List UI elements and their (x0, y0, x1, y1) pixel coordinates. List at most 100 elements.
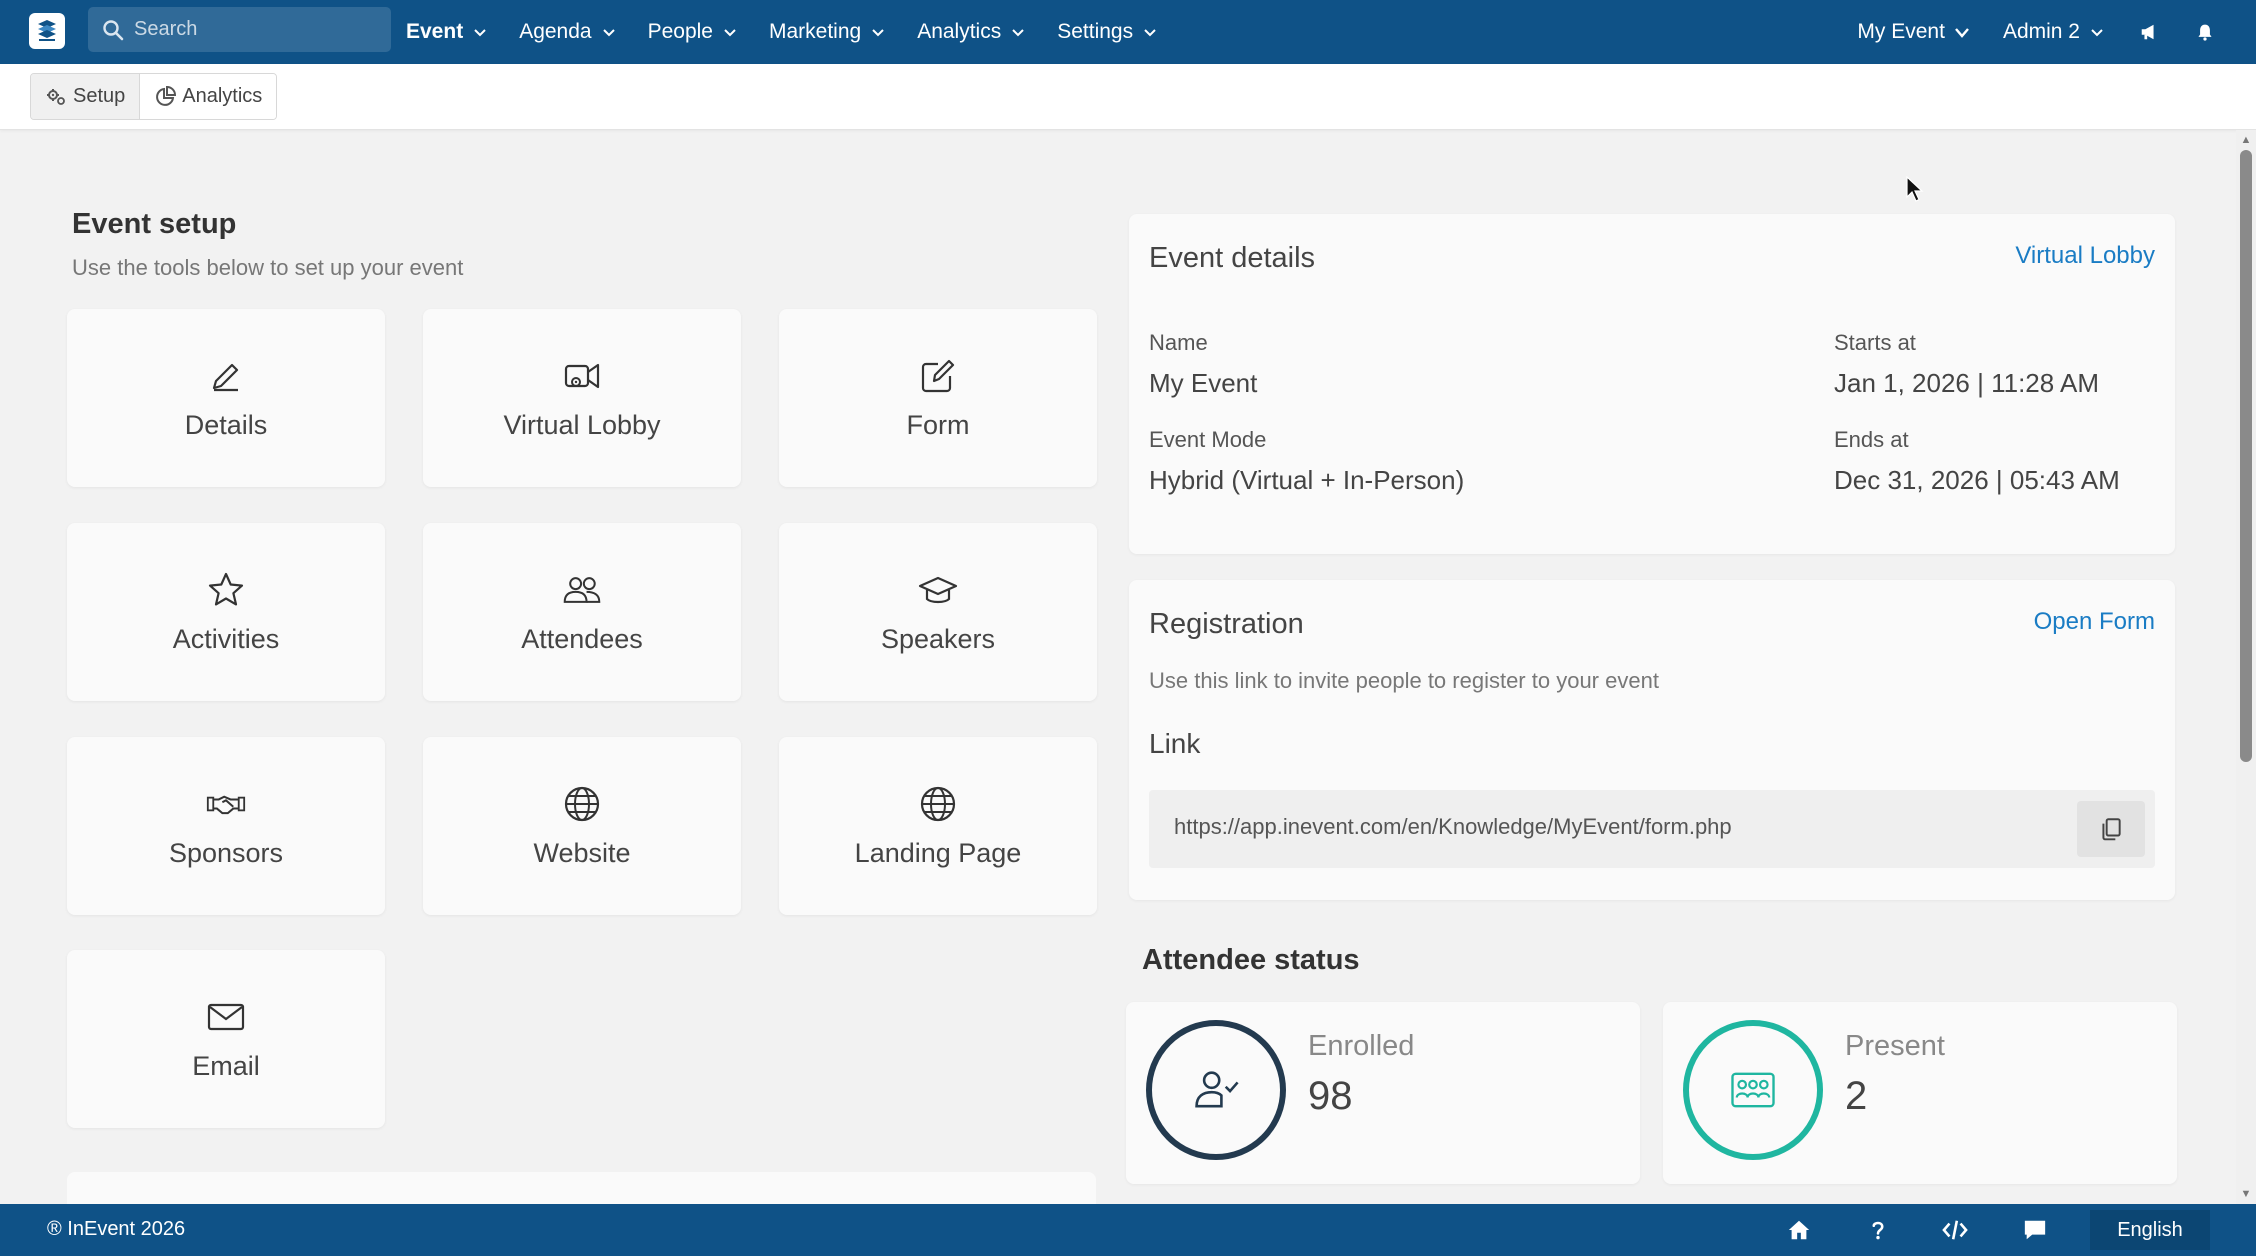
event-details-title: Event details (1149, 242, 1316, 274)
chevron-down-icon (1012, 29, 1024, 37)
edit-square-icon (921, 359, 955, 392)
nav-item-event[interactable]: Event (406, 20, 487, 44)
tile-speakers[interactable]: Speakers (779, 523, 1097, 701)
registration-card: Registration Open Form Use this link to … (1129, 580, 2175, 900)
event-details-card: Event details Virtual Lobby Name My Even… (1129, 214, 2175, 554)
video-camera-icon (564, 363, 600, 388)
tab-setup-label: Setup (73, 85, 126, 107)
tile-email[interactable]: Email (67, 950, 385, 1128)
nav-item-label: Analytics (917, 20, 1002, 43)
tile-attendees[interactable]: Attendees (423, 523, 741, 701)
chat-icon (2024, 1220, 2046, 1240)
registration-url[interactable]: https://app.inevent.com/en/Knowledge/MyE… (1174, 814, 1732, 840)
registration-description: Use this link to invite people to regist… (1149, 668, 1659, 693)
nav-item-people[interactable]: People (648, 20, 737, 44)
event-setup-subtitle: Use the tools below to set up your event (72, 255, 464, 280)
tab-analytics[interactable]: Analytics (140, 74, 277, 119)
tab-analytics-label: Analytics (182, 85, 263, 107)
scrollbar-thumb[interactable] (2240, 150, 2252, 762)
virtual-lobby-link[interactable]: Virtual Lobby (2015, 242, 2155, 270)
home-button[interactable] (1786, 1217, 1812, 1243)
open-form-link[interactable]: Open Form (2034, 608, 2155, 636)
tab-setup[interactable]: Setup (31, 74, 141, 119)
tile-website[interactable]: Website (423, 737, 741, 915)
language-selector[interactable]: English (2090, 1210, 2210, 1250)
nav-item-label: Agenda (519, 20, 592, 43)
tile-label: Sponsors (168, 837, 284, 868)
main-menu: Event Agenda People Marketing Analytics … (406, 0, 1189, 64)
tile-landing-page[interactable]: Landing Page (779, 737, 1097, 915)
help-icon (1872, 1221, 1884, 1240)
tile-label: Activities (172, 623, 280, 654)
chevron-down-icon (1144, 29, 1156, 37)
tile-details[interactable]: Details (67, 309, 385, 487)
scroll-up-arrow[interactable]: ▲ (2240, 134, 2252, 146)
tile-activities[interactable]: Activities (67, 523, 385, 701)
code-icon (1942, 1220, 1968, 1240)
chat-button[interactable] (2022, 1217, 2048, 1243)
name-label: Name (1149, 330, 1208, 355)
chevron-down-icon (474, 29, 486, 37)
enrolled-count: 98 (1308, 1074, 1353, 1118)
nav-item-marketing[interactable]: Marketing (769, 20, 885, 44)
tile-form[interactable]: Form (779, 309, 1097, 487)
sub-nav-bar: Setup Analytics (0, 64, 2256, 130)
tile-label: Speakers (880, 623, 996, 654)
nav-item-label: Marketing (768, 20, 862, 43)
megaphone-icon (2141, 24, 2154, 40)
notifications-button[interactable] (2194, 21, 2216, 43)
event-mode-value: Hybrid (Virtual + In-Person) (1149, 465, 1465, 495)
starts-label: Starts at (1834, 330, 1916, 355)
copy-link-button[interactable] (2077, 801, 2145, 857)
tile-label: Landing Page (854, 837, 1022, 868)
pencil-icon (212, 363, 239, 391)
tile-label: Details (184, 409, 268, 440)
ends-value: Dec 31, 2026 | 05:43 AM (1834, 465, 2120, 495)
present-count: 2 (1845, 1074, 1868, 1118)
search-box[interactable] (88, 7, 391, 52)
home-icon (1788, 1220, 1810, 1240)
user-menu[interactable]: Admin 2 (2003, 20, 2104, 44)
developer-button[interactable] (1942, 1217, 1968, 1243)
gears-icon (47, 88, 65, 105)
copyright-text: ® InEvent 2026 (47, 1218, 186, 1240)
globe-icon (564, 786, 600, 821)
inevent-logo[interactable] (29, 13, 65, 49)
footer-bar: ® InEvent 2026 English (0, 1204, 2256, 1256)
announcements-button[interactable] (2138, 21, 2160, 43)
event-switcher[interactable]: My Event (1857, 20, 1969, 44)
help-button[interactable] (1865, 1217, 1891, 1243)
graduation-cap-icon (918, 576, 958, 603)
mouse-cursor-icon (1906, 176, 1924, 202)
tile-label: Attendees (521, 623, 643, 654)
user-menu-label: Admin 2 (2002, 20, 2080, 43)
nav-item-settings[interactable]: Settings (1057, 20, 1157, 44)
users-icon (563, 576, 601, 603)
registration-title: Registration (1149, 608, 1304, 640)
chevron-down-icon (2091, 29, 2103, 37)
nav-item-analytics[interactable]: Analytics (917, 20, 1025, 44)
event-switcher-label: My Event (1857, 20, 1945, 43)
user-check-icon (1195, 1071, 1239, 1108)
copy-icon (2102, 818, 2121, 841)
envelope-icon (207, 1003, 245, 1030)
nav-item-agenda[interactable]: Agenda (519, 20, 615, 44)
bell-icon (2198, 24, 2212, 41)
starts-value: Jan 1, 2026 | 11:28 AM (1834, 368, 2100, 398)
event-setup-title: Event setup (72, 208, 237, 240)
attendee-status-title: Attendee status (1142, 944, 1360, 976)
logo-icon (38, 20, 56, 41)
view-tabs: Setup Analytics (30, 73, 278, 120)
event-mode-label: Event Mode (1149, 427, 1267, 452)
nav-item-label: People (647, 20, 713, 43)
search-input[interactable] (134, 18, 364, 41)
present-card[interactable]: Present 2 (1663, 1002, 2177, 1184)
name-value: My Event (1149, 368, 1258, 398)
scroll-down-arrow[interactable]: ▼ (2240, 1188, 2252, 1200)
tile-virtual-lobby[interactable]: Virtual Lobby (423, 309, 741, 487)
enrolled-card[interactable]: Enrolled 98 (1126, 1002, 1640, 1184)
tile-label: Virtual Lobby (503, 409, 661, 440)
chevron-down-icon (602, 29, 615, 37)
tile-label: Website (533, 837, 631, 868)
tile-sponsors[interactable]: Sponsors (67, 737, 385, 915)
